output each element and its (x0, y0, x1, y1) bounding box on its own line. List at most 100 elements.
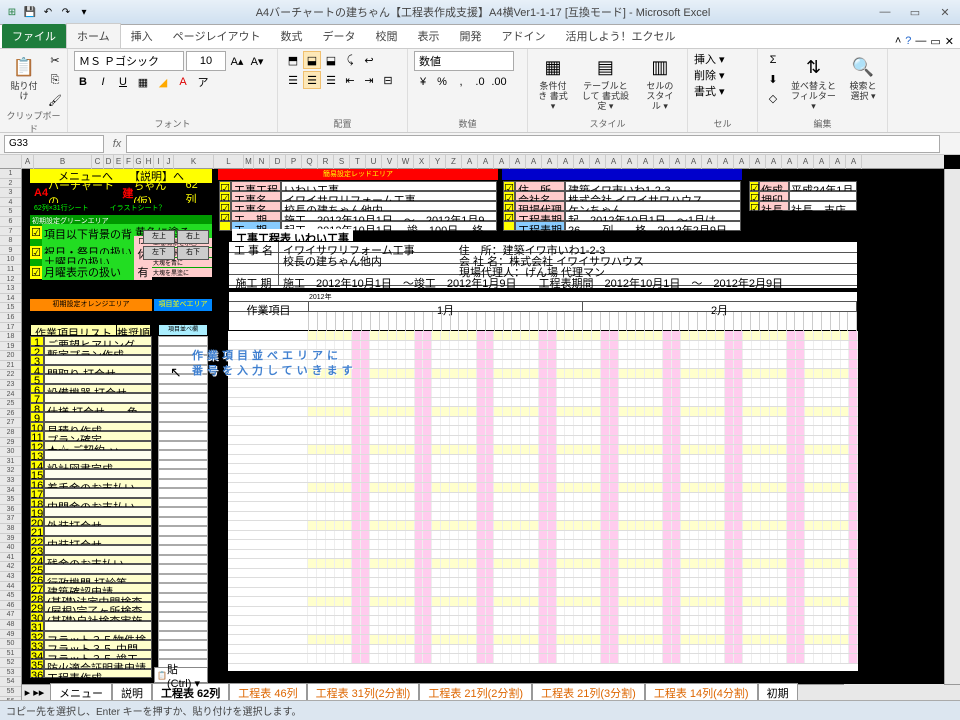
task-row[interactable]: 23 (30, 545, 152, 555)
tab-dev[interactable]: 開発 (449, 24, 491, 48)
sort-cell[interactable] (158, 431, 208, 441)
cut-icon[interactable]: ✂ (46, 51, 64, 69)
tab-review[interactable]: 校閲 (365, 24, 407, 48)
number-format-select[interactable] (414, 51, 514, 71)
arrow-ur-button[interactable]: 右上 (177, 230, 209, 244)
gantt-row[interactable] (228, 616, 858, 626)
checkbox[interactable]: ☑ (30, 226, 42, 239)
italic-button[interactable]: I (94, 73, 112, 91)
sort-cell[interactable] (158, 574, 208, 584)
task-row[interactable]: 1ご要望ヒアリング (30, 336, 152, 346)
task-row[interactable]: 8仕様 打合せ 色決定 (30, 403, 152, 413)
task-row[interactable]: 18中間金のお支払い (30, 498, 152, 508)
task-row[interactable]: 26行政機関 打診等 (30, 574, 152, 584)
gantt-row[interactable] (228, 407, 858, 417)
sort-cell[interactable] (158, 336, 208, 346)
win-close-icon[interactable]: ✕ (945, 35, 954, 48)
task-row[interactable]: 25 (30, 564, 152, 574)
task-row[interactable]: 32フラット３５物件検 (30, 631, 152, 641)
sort-cell[interactable] (158, 612, 208, 622)
sort-cell[interactable] (158, 393, 208, 403)
table-format-button[interactable]: ▤テーブルとして 書式設定 ▾ (576, 51, 635, 114)
gantt-row[interactable] (228, 540, 858, 550)
tab-home[interactable]: ホーム (66, 23, 121, 48)
sort-cell[interactable] (158, 460, 208, 470)
cond-format-button[interactable]: ▦条件付き 書式 ▾ (534, 51, 572, 114)
gantt-row[interactable] (228, 626, 858, 636)
sort-cell[interactable] (158, 602, 208, 612)
sort-cell[interactable] (158, 469, 208, 479)
win-max-icon[interactable]: ▭ (930, 35, 940, 48)
insert-button[interactable]: 挿入 ▾ (694, 51, 725, 67)
sort-cell[interactable] (158, 450, 208, 460)
fill-color-button[interactable]: ◢ (154, 73, 172, 91)
currency-icon[interactable]: ¥ (414, 73, 432, 91)
sort-cell[interactable] (158, 640, 208, 650)
format-button[interactable]: 書式 ▾ (694, 83, 725, 99)
sort-cell[interactable] (158, 536, 208, 546)
arrow-dl-button[interactable]: 左下 (143, 246, 175, 260)
tab-data[interactable]: データ (312, 24, 365, 48)
gantt-row[interactable] (228, 483, 858, 493)
task-row[interactable]: 7 (30, 393, 152, 403)
sort-cell[interactable] (158, 384, 208, 394)
gantt-row[interactable] (228, 464, 858, 474)
gantt-row[interactable] (228, 597, 858, 607)
sheet-tab[interactable]: 初期 (758, 683, 798, 700)
gantt-row[interactable] (228, 578, 858, 588)
vertical-scrollbar[interactable] (944, 169, 960, 684)
task-row[interactable]: 22内装打合せ (30, 536, 152, 546)
gantt-row[interactable] (228, 379, 858, 389)
task-row[interactable]: 24残金のお支払い (30, 555, 152, 565)
wrap-text-icon[interactable]: ↩ (360, 51, 378, 69)
bold-button[interactable]: B (74, 73, 92, 91)
task-row[interactable]: 5 (30, 374, 152, 384)
gantt-row[interactable] (228, 531, 858, 541)
gantt-row[interactable] (228, 569, 858, 579)
find-select-button[interactable]: 🔍検索と 選択 ▾ (845, 51, 881, 104)
sheet-tab[interactable]: 説明 (112, 683, 152, 700)
align-middle-icon[interactable]: ⬓ (303, 51, 321, 69)
task-row[interactable]: 3 (30, 355, 152, 365)
task-row[interactable]: 21 (30, 526, 152, 536)
align-right-icon[interactable]: ☰ (322, 71, 340, 89)
gantt-row[interactable] (228, 559, 858, 569)
font-color-button[interactable]: A (174, 73, 192, 91)
sort-cell[interactable] (158, 564, 208, 574)
sort-cell[interactable] (158, 631, 208, 641)
task-row[interactable]: 31 (30, 621, 152, 631)
sheet-tab[interactable]: 工程表 21列(3分割) (532, 683, 645, 700)
sort-cell[interactable] (158, 403, 208, 413)
sort-cell[interactable] (158, 422, 208, 432)
underline-button[interactable]: U (114, 73, 132, 91)
sheet-tab[interactable]: 工程表 14列(4分割) (645, 683, 758, 700)
tab-layout[interactable]: ページレイアウト (163, 24, 271, 48)
gantt-row[interactable] (228, 426, 858, 436)
qat-more-icon[interactable]: ▾ (76, 4, 92, 20)
tab-insert[interactable]: 挿入 (121, 24, 163, 48)
task-row[interactable]: 28(基礎)法定中間検査 (30, 593, 152, 603)
sort-cell[interactable] (158, 583, 208, 593)
restore-icon[interactable]: ▭ (904, 6, 926, 19)
task-row[interactable]: 33フラット３５ 中間検査 (30, 640, 152, 650)
gantt-row[interactable] (228, 654, 858, 664)
phonetic-button[interactable]: ア (194, 73, 212, 91)
gantt-row[interactable] (228, 607, 858, 617)
sort-cell[interactable] (158, 517, 208, 527)
task-row[interactable]: 30(基礎)自社検査実施 (30, 612, 152, 622)
border-button[interactable]: ▦ (134, 73, 152, 91)
horizontal-scrollbar[interactable] (844, 684, 944, 700)
name-box[interactable] (4, 135, 104, 153)
help-icon[interactable]: ? (905, 35, 911, 48)
align-top-icon[interactable]: ⬒ (284, 51, 302, 69)
inc-decimal-icon[interactable]: .0 (471, 73, 489, 91)
gantt-row[interactable] (228, 635, 858, 645)
sort-cell[interactable] (158, 507, 208, 517)
tab-addin[interactable]: アドイン (491, 24, 555, 48)
tab-formula[interactable]: 数式 (270, 24, 312, 48)
gantt-row[interactable] (228, 645, 858, 655)
sort-cell[interactable] (158, 621, 208, 631)
sheet-tab[interactable]: 工程表 21列(2分割) (419, 683, 532, 700)
win-min-icon[interactable]: — (915, 35, 926, 48)
sort-filter-button[interactable]: ⇅並べ替えと フィルター ▾ (786, 51, 841, 114)
